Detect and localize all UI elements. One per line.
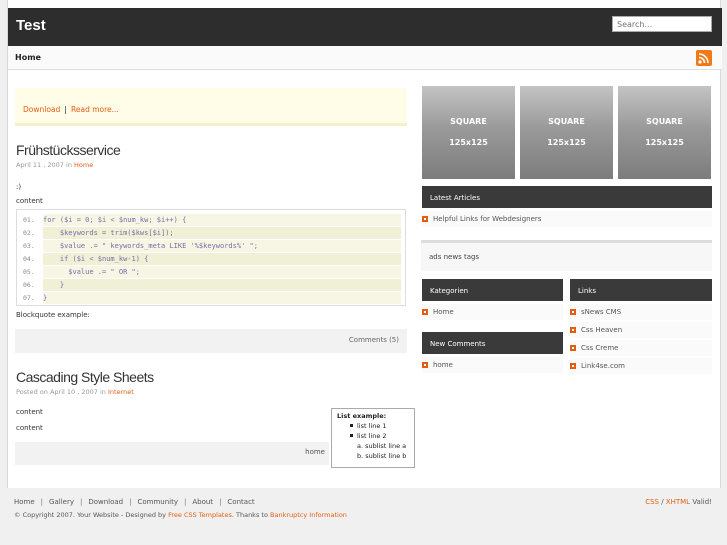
kategorien-heading: Kategorien bbox=[422, 279, 563, 301]
header-bar: Test bbox=[8, 8, 722, 46]
bullet-icon bbox=[570, 345, 576, 351]
latest-articles-heading: Latest Articles bbox=[422, 186, 712, 208]
ad-square[interactable]: SQUARE 125x125 bbox=[520, 86, 613, 179]
new-comments-heading: New Comments bbox=[422, 332, 563, 354]
code-block: 01. for ($i = 0; $i < $num_kw; $i++) { 02… bbox=[16, 209, 406, 306]
post-in: in bbox=[66, 161, 72, 169]
news-tags-label: ads news tags bbox=[429, 253, 480, 261]
footer-link-gallery[interactable]: Gallery bbox=[49, 498, 74, 506]
sidebar-item-comment[interactable]: home bbox=[422, 357, 563, 373]
footer-nav: Home | Gallery | Download | Community | About | Co… bbox=[14, 498, 255, 506]
page-container: Test Home Download | Read more... Frühstüc… bbox=[7, 0, 722, 488]
post-smiley: :) bbox=[16, 183, 22, 191]
list-item: list line 1 bbox=[337, 422, 414, 430]
sidebar-item-link[interactable]: Css Creme bbox=[570, 340, 712, 356]
post-meta: Posted on April 10 , 2007 in Internet bbox=[16, 388, 134, 396]
bullet-icon bbox=[570, 327, 576, 333]
news-tags-box: ads news tags bbox=[421, 240, 712, 271]
sidebar-item-link[interactable]: Css Heaven bbox=[570, 322, 712, 338]
sublist-item: b. sublist line b bbox=[357, 452, 407, 460]
footer-link-download[interactable]: Download bbox=[88, 498, 123, 506]
comments-bar: Comments (5) bbox=[15, 329, 407, 353]
code-row: 05. $value .= " OR "; bbox=[17, 266, 405, 278]
validation-links: CSS / XHTML Valid! bbox=[645, 498, 712, 506]
sidebar-item-link[interactable]: sNews CMS bbox=[570, 304, 712, 320]
promo-box: Download | Read more... bbox=[15, 88, 407, 126]
promo-separator: | bbox=[64, 105, 67, 114]
nav-home-link[interactable]: Home bbox=[15, 53, 41, 62]
post-content: content bbox=[16, 197, 43, 205]
footer-link-community[interactable]: Community bbox=[137, 498, 178, 506]
post-category-link[interactable]: Internet bbox=[108, 388, 134, 396]
code-row: 06. } bbox=[17, 279, 405, 291]
post-content: content bbox=[16, 424, 43, 432]
search-input[interactable] bbox=[612, 16, 712, 32]
sidebar-item-kategorie[interactable]: Home bbox=[422, 304, 563, 320]
bullet-icon bbox=[422, 216, 428, 222]
footer-link-contact[interactable]: Contact bbox=[227, 498, 254, 506]
css-valid-link[interactable]: CSS bbox=[645, 498, 659, 506]
footer-link-about[interactable]: About bbox=[192, 498, 213, 506]
post-date: April 11 , 2007 bbox=[16, 161, 64, 169]
ad-square[interactable]: SQUARE 125x125 bbox=[422, 86, 515, 179]
ad-square[interactable]: SQUARE 125x125 bbox=[618, 86, 711, 179]
rss-icon[interactable] bbox=[696, 50, 712, 66]
sublist-item: a. sublist line a bbox=[357, 442, 407, 450]
code-row: 02. $keywords = trim($kws[$i]); bbox=[17, 227, 405, 239]
thanks-link[interactable]: Bankruptcy Information bbox=[270, 511, 347, 519]
read-more-link[interactable]: Read more... bbox=[71, 105, 119, 114]
bullet-icon bbox=[570, 363, 576, 369]
code-row: 07.} bbox=[17, 292, 405, 304]
list-item: list line 2 bbox=[337, 432, 414, 440]
code-row: 03. $value .= " keywords_meta LIKE '%$ke… bbox=[17, 240, 405, 252]
home-link[interactable]: home bbox=[305, 448, 325, 456]
post-title[interactable]: Frühstücksservice bbox=[16, 142, 121, 158]
home-bar: home bbox=[15, 442, 329, 465]
post-content: content bbox=[16, 408, 43, 416]
bullet-icon bbox=[422, 362, 428, 368]
post-category-link[interactable]: Home bbox=[74, 161, 93, 169]
bullet-icon bbox=[570, 309, 576, 315]
list-example-box: List example: list line 1 list line 2 a.… bbox=[331, 408, 415, 468]
designer-link[interactable]: Free CSS Templates bbox=[168, 511, 232, 519]
blockquote-label: Blockquote example: bbox=[16, 311, 90, 319]
xhtml-valid-link[interactable]: XHTML bbox=[666, 498, 690, 506]
copyright: © Copyright 2007. Your Website - Designe… bbox=[14, 511, 347, 519]
footer-link-home[interactable]: Home bbox=[14, 498, 35, 506]
site-title[interactable]: Test bbox=[16, 17, 46, 34]
sidebar-item-link[interactable]: Link4se.com bbox=[570, 358, 712, 374]
post-title[interactable]: Cascading Style Sheets bbox=[16, 369, 154, 385]
post-date: Posted on April 10 , 2007 bbox=[16, 388, 98, 396]
code-row: 01. for ($i = 0; $i < $num_kw; $i++) { bbox=[17, 214, 405, 226]
download-link[interactable]: Download bbox=[23, 105, 60, 114]
post-in: in bbox=[99, 388, 106, 396]
list-title: List example: bbox=[337, 412, 387, 420]
links-heading: Links bbox=[570, 279, 712, 301]
comments-link[interactable]: Comments (5) bbox=[349, 336, 399, 344]
nav-bar: Home bbox=[8, 46, 722, 70]
code-row: 04. if ($i < $num_kw-1) { bbox=[17, 253, 405, 265]
post-meta: April 11 , 2007 in Home bbox=[16, 161, 93, 169]
bullet-icon bbox=[422, 309, 428, 315]
sidebar-item-latest[interactable]: Helpful Links for Webdesigners bbox=[422, 211, 712, 227]
